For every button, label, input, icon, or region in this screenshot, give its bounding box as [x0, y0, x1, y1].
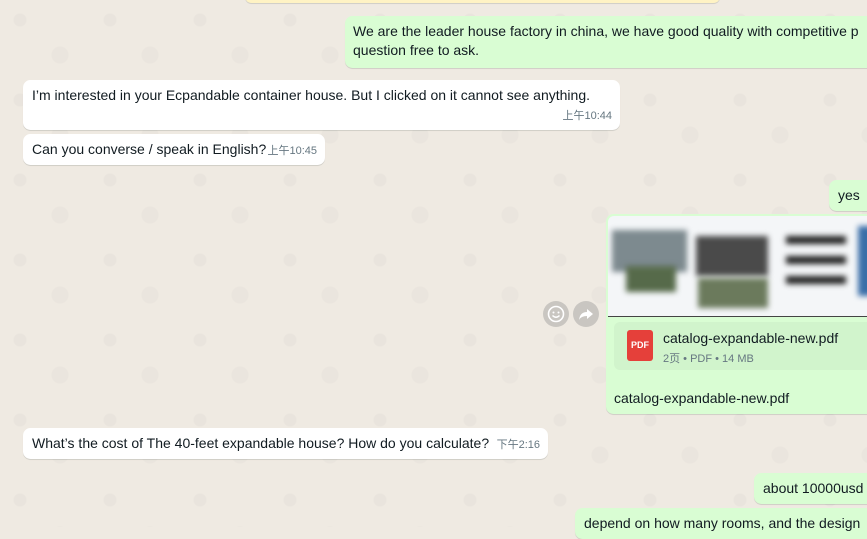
emoji-reaction-button[interactable] — [543, 301, 569, 327]
pdf-icon: PDF — [627, 330, 653, 361]
document-caption: catalog-expandable-new.pdf — [614, 390, 790, 406]
forward-icon — [579, 309, 593, 320]
message-incoming: What’s the cost of The 40-feet expandabl… — [23, 428, 548, 459]
forward-button[interactable] — [573, 301, 599, 327]
message-time: 上午10:45 — [267, 145, 317, 157]
document-meta: 2页 • PDF • 14 MB — [663, 353, 754, 365]
message-text: about 10000usd — [763, 480, 864, 496]
message-outgoing: We are the leader house factory in china… — [345, 16, 867, 68]
message-text: yes — [838, 187, 860, 203]
message-time: 上午10:44 — [562, 110, 612, 122]
message-text: I’m interested in your Ecpandable contai… — [32, 87, 591, 103]
message-outgoing: about 10000usd — [754, 473, 867, 504]
partial-message-top — [245, 0, 720, 3]
message-text: Can you converse / speak in English? — [32, 141, 267, 157]
document-message[interactable]: PDF catalog-expandable-new.pdf 2页 • PDF … — [606, 214, 867, 414]
message-text: question free to ask. — [353, 42, 480, 58]
message-text: We are the leader house factory in china… — [353, 23, 859, 39]
message-text: What’s the cost of The 40-feet expandabl… — [32, 435, 490, 451]
message-outgoing: yes — [829, 180, 867, 211]
emoji-icon — [547, 305, 565, 323]
message-outgoing: depend on how many rooms, and the design — [575, 508, 867, 539]
document-preview[interactable] — [608, 216, 867, 317]
message-incoming: Can you converse / speak in English? 上午1… — [23, 134, 325, 165]
message-time: 下午2:16 — [496, 439, 540, 451]
document-file-name: catalog-expandable-new.pdf — [663, 330, 839, 346]
document-info-card[interactable]: PDF catalog-expandable-new.pdf 2页 • PDF … — [614, 322, 867, 370]
message-text: depend on how many rooms, and the design — [584, 515, 861, 531]
message-incoming: I’m interested in your Ecpandable contai… — [23, 80, 620, 130]
